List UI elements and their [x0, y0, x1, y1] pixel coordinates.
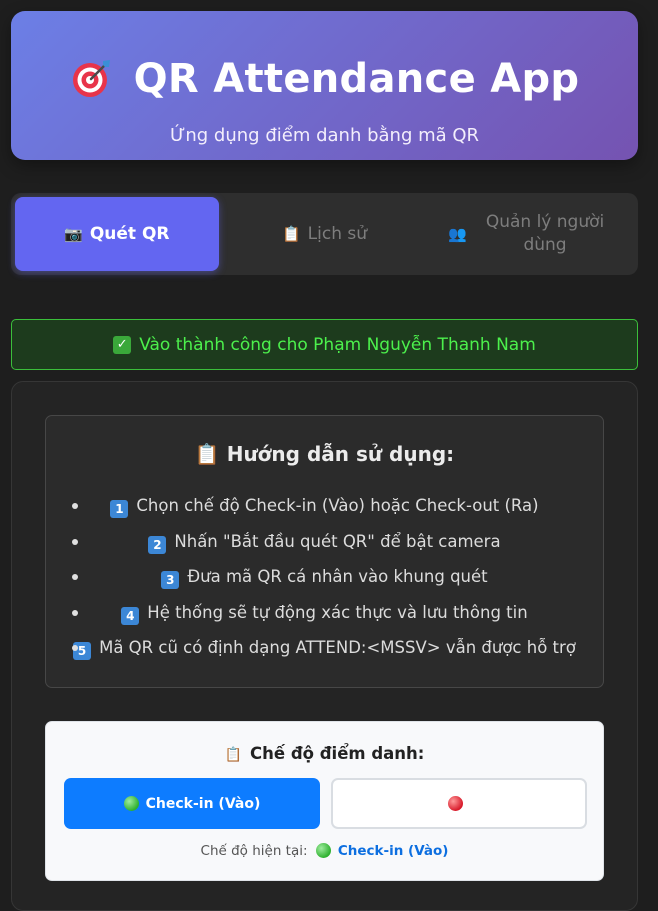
check-out-button[interactable] [331, 778, 587, 829]
number-three-icon: 3 [161, 571, 180, 589]
list-item: 3 Đưa mã QR cá nhân vào khung quét [46, 559, 603, 595]
bullet-icon [72, 503, 78, 509]
success-alert-text: Vào thành công cho Phạm Nguyễn Thanh Nam [139, 334, 536, 355]
bullet-icon [72, 574, 78, 580]
check-in-button[interactable]: Check-in (Vào) [64, 778, 320, 829]
mode-title-text: Chế độ điểm danh: [250, 744, 425, 763]
number-one-icon: 1 [110, 500, 129, 518]
tab-scan-qr-label: Quét QR [89, 223, 170, 244]
list-item: 1 Chọn chế độ Check-in (Vào) hoặc Check-o… [46, 488, 603, 524]
clipboard-icon: 📋 [281, 224, 301, 243]
list-item: 5 Mã QR cũ có định dạng ATTEND:<MSSV> vẫn… [46, 630, 603, 666]
number-four-icon: 4 [121, 606, 140, 625]
list-item: 2 Nhấn "Bắt đầu quét QR" để bật camera [46, 524, 603, 560]
attendance-mode-panel: 📋 Chế độ điểm danh: Check-in (Vào) Chế độ… [45, 721, 604, 881]
clipboard-icon: 📋 [224, 747, 243, 763]
bullet-icon [72, 538, 78, 545]
target-icon [70, 57, 112, 99]
current-mode-value: Check-in (Vào) [337, 843, 449, 859]
guide-list: 1 Chọn chế độ Check-in (Vào) hoặc Check-o… [46, 488, 603, 666]
tab-history-label: Lịch sử [307, 223, 368, 244]
guide-title: 📋 Hướng dẫn sử dụng: [46, 442, 603, 466]
bullet-icon [72, 609, 78, 616]
guide-title-text: Hướng dẫn sử dụng: [226, 442, 455, 466]
current-mode: Chế độ hiện tại: Check-in (Vào) [46, 843, 603, 859]
clipboard-icon: 📋 [194, 442, 220, 466]
guide-item-text: Nhấn "Bắt đầu quét QR" để bật camera [174, 531, 501, 551]
tab-scan-qr[interactable]: 📷 Quét QR [15, 197, 219, 271]
camera-icon: 📷 [64, 224, 83, 243]
app-subtitle: Ứng dụng điểm danh bằng mã QR [169, 125, 480, 146]
check-in-label: Check-in (Vào) [145, 795, 261, 812]
users-icon: 👥 [448, 224, 468, 243]
guide-item-text: Chọn chế độ Check-in (Vào) hoặc Check-ou… [136, 496, 539, 515]
tab-history[interactable]: 📋 Lịch sử [223, 197, 427, 271]
red-circle-icon [448, 796, 463, 811]
bullet-icon [72, 645, 78, 651]
guide-item-text: Đưa mã QR cá nhân vào khung quét [187, 567, 488, 586]
tab-user-management[interactable]: 👥 Quản lý người dùng [430, 197, 634, 271]
usage-guide: 📋 Hướng dẫn sử dụng: 1 Chọn chế độ Check-… [45, 415, 604, 688]
tab-bar: 📷 Quét QR 📋 Lịch sử 👥 Quản lý người dùng [11, 193, 638, 275]
app-title: QR Attendance App [11, 51, 638, 107]
success-alert: ✓ Vào thành công cho Phạm Nguyễn Thanh N… [11, 319, 638, 370]
app-header: QR Attendance App Ứng dụng điểm danh bằn… [11, 11, 638, 160]
green-circle-icon [315, 843, 331, 858]
guide-item-text: Hệ thống sẽ tự động xác thực và lưu thôn… [147, 602, 528, 622]
guide-item-text: Mã QR cũ có định dạng ATTEND:<MSSV> vẫn … [99, 638, 576, 657]
mode-title: 📋 Chế độ điểm danh: [46, 744, 603, 763]
check-icon: ✓ [113, 335, 132, 354]
tab-user-management-label: Quản lý người dùng [485, 212, 605, 255]
current-mode-prefix: Chế độ hiện tại: [200, 843, 308, 859]
list-item: 4 Hệ thống sẽ tự động xác thực và lưu thô… [46, 595, 603, 631]
number-two-icon: 2 [148, 535, 167, 554]
app-title-text: QR Attendance App [133, 56, 580, 102]
green-circle-icon [123, 796, 139, 811]
